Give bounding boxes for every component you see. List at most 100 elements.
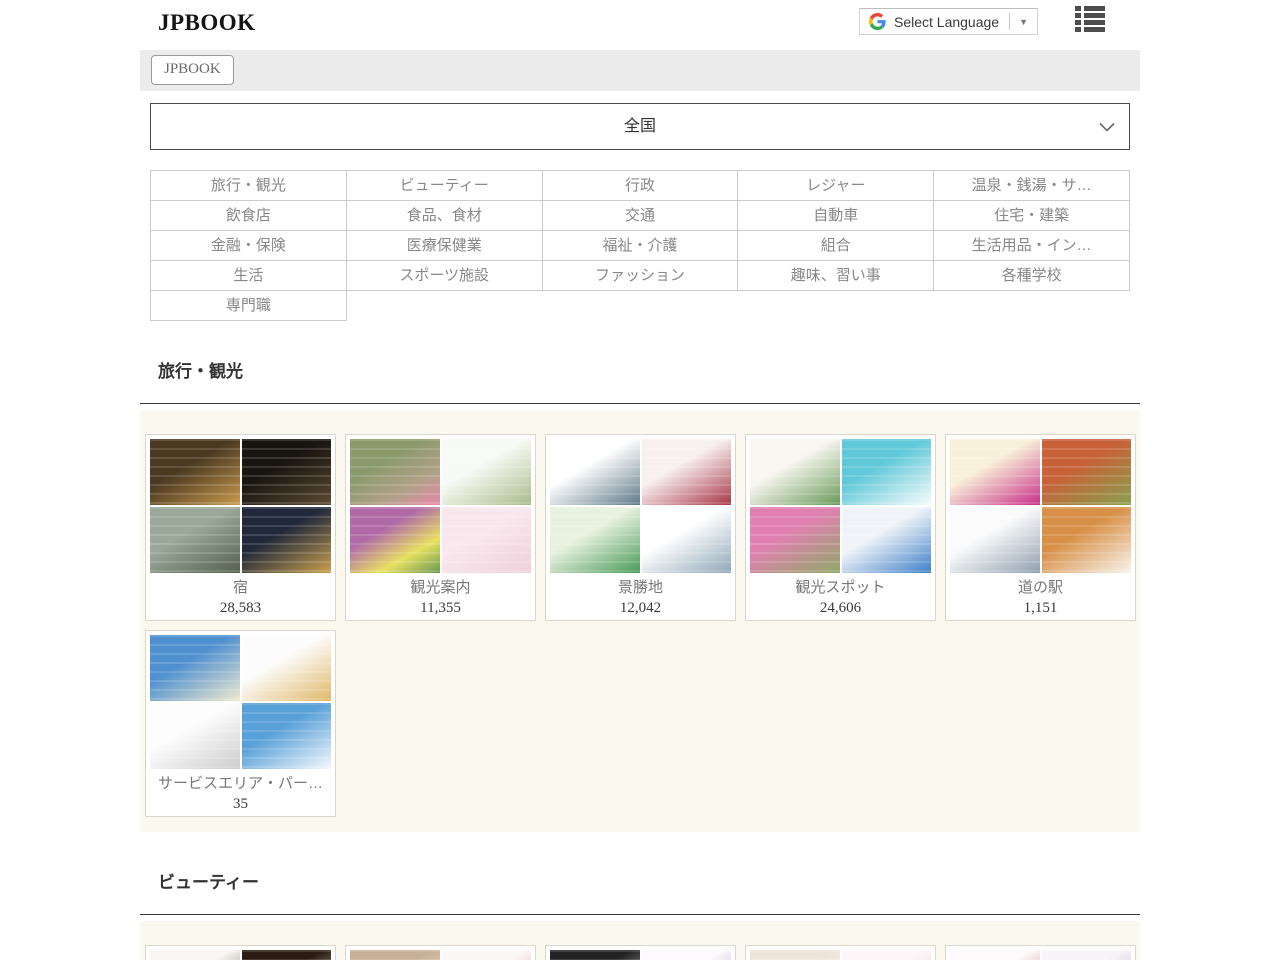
card-area: 宿28,583観光案内11,355景勝地12,042観光スポット24,606道の…	[140, 410, 1140, 832]
site-thumbnail	[842, 507, 932, 573]
card-label: 道の駅	[950, 578, 1131, 598]
category-card[interactable]	[945, 945, 1136, 960]
category-section: 旅行・観光宿28,583観光案内11,355景勝地12,042観光スポット24,…	[140, 357, 1140, 832]
card-count: 24,606	[750, 598, 931, 618]
language-widget-divider	[1009, 13, 1010, 30]
language-dropdown-arrow-icon: ▼	[1019, 17, 1028, 27]
category-item[interactable]: ファッション	[543, 261, 739, 291]
site-thumbnail	[350, 439, 440, 505]
category-item[interactable]: 趣味、習い事	[738, 261, 934, 291]
page-content: JPBOOK Select Language ▼ JPBOOK 全	[140, 0, 1140, 960]
category-card[interactable]: 観光案内11,355	[345, 434, 536, 621]
thumbnail-collage	[550, 439, 731, 573]
breadcrumb-home-button[interactable]: JPBOOK	[151, 55, 234, 85]
category-item[interactable]: 自動車	[738, 201, 934, 231]
card-count: 11,355	[350, 598, 531, 618]
category-item[interactable]: レジャー	[738, 171, 934, 201]
category-item[interactable]: 生活用品・イン…	[934, 231, 1130, 261]
card-area	[140, 921, 1140, 960]
menu-list-row	[1075, 20, 1105, 25]
category-item[interactable]: 各種学校	[934, 261, 1130, 291]
site-thumbnail	[642, 950, 732, 960]
site-thumbnail	[750, 507, 840, 573]
site-thumbnail	[750, 950, 840, 960]
site-thumbnail	[242, 703, 332, 769]
category-section: ビューティー	[140, 868, 1140, 960]
thumbnail-collage	[950, 950, 1131, 960]
site-thumbnail	[842, 439, 932, 505]
menu-list-icon[interactable]	[1075, 6, 1105, 34]
site-thumbnail	[842, 950, 932, 960]
category-item[interactable]: スポーツ施設	[347, 261, 543, 291]
site-thumbnail	[242, 635, 332, 701]
category-item[interactable]: 組合	[738, 231, 934, 261]
card-count: 12,042	[550, 598, 731, 618]
thumbnail-collage	[150, 950, 331, 960]
site-thumbnail	[350, 507, 440, 573]
card-label: 観光スポット	[750, 578, 931, 598]
category-item[interactable]: 食品、食材	[347, 201, 543, 231]
thumbnail-collage	[150, 635, 331, 769]
category-card[interactable]: 景勝地12,042	[545, 434, 736, 621]
breadcrumb: JPBOOK	[140, 50, 1140, 91]
category-item[interactable]: 専門職	[151, 291, 347, 321]
google-translate-widget[interactable]: Select Language ▼	[859, 8, 1038, 35]
site-thumbnail	[150, 439, 240, 505]
site-thumbnail	[642, 439, 732, 505]
card-label: 宿	[150, 578, 331, 598]
chevron-down-icon	[1099, 122, 1115, 132]
category-item[interactable]: 交通	[543, 201, 739, 231]
site-thumbnail	[950, 507, 1040, 573]
card-count: 35	[150, 794, 331, 814]
language-widget-label: Select Language	[894, 14, 999, 30]
site-header: JPBOOK Select Language ▼	[140, 0, 1140, 50]
category-item[interactable]: 医療保健業	[347, 231, 543, 261]
category-item[interactable]: 生活	[151, 261, 347, 291]
site-thumbnail	[442, 950, 532, 960]
category-card[interactable]	[545, 945, 736, 960]
category-card[interactable]	[345, 945, 536, 960]
menu-list-row	[1075, 6, 1105, 11]
thumbnail-collage	[150, 439, 331, 573]
site-thumbnail	[750, 439, 840, 505]
site-thumbnail	[242, 439, 332, 505]
site-thumbnail	[1042, 950, 1132, 960]
site-thumbnail	[950, 439, 1040, 505]
section-title: ビューティー	[158, 868, 1140, 893]
category-item[interactable]: ビューティー	[347, 171, 543, 201]
category-item[interactable]: 飲食店	[151, 201, 347, 231]
category-item[interactable]: 金融・保険	[151, 231, 347, 261]
category-card[interactable]: 宿28,583	[145, 434, 336, 621]
category-item[interactable]: 旅行・観光	[151, 171, 347, 201]
site-thumbnail	[442, 439, 532, 505]
category-item[interactable]: 住宅・建築	[934, 201, 1130, 231]
site-thumbnail	[642, 507, 732, 573]
category-item[interactable]: 温泉・銭湯・サ…	[934, 171, 1130, 201]
site-thumbnail	[442, 507, 532, 573]
category-card[interactable]	[745, 945, 936, 960]
section-divider	[140, 403, 1140, 404]
region-select[interactable]: 全国	[150, 103, 1130, 150]
card-label: サービスエリア・パー…	[150, 774, 331, 794]
site-thumbnail	[242, 950, 332, 960]
category-card[interactable]: サービスエリア・パー…35	[145, 630, 336, 817]
category-item[interactable]: 福祉・介護	[543, 231, 739, 261]
category-card[interactable]: 道の駅1,151	[945, 434, 1136, 621]
sections: 旅行・観光宿28,583観光案内11,355景勝地12,042観光スポット24,…	[140, 357, 1140, 960]
card-label: 観光案内	[350, 578, 531, 598]
category-item[interactable]: 行政	[543, 171, 739, 201]
thumbnail-collage	[750, 439, 931, 573]
site-thumbnail	[150, 635, 240, 701]
site-thumbnail	[950, 950, 1040, 960]
site-thumbnail	[350, 950, 440, 960]
site-thumbnail	[1042, 439, 1132, 505]
category-card[interactable]: 観光スポット24,606	[745, 434, 936, 621]
card-count: 1,151	[950, 598, 1131, 618]
site-thumbnail	[550, 507, 640, 573]
card-count: 28,583	[150, 598, 331, 618]
category-card[interactable]	[145, 945, 336, 960]
site-thumbnail	[1042, 507, 1132, 573]
region-select-value: 全国	[624, 118, 656, 135]
site-thumbnail	[150, 703, 240, 769]
thumbnail-collage	[350, 439, 531, 573]
